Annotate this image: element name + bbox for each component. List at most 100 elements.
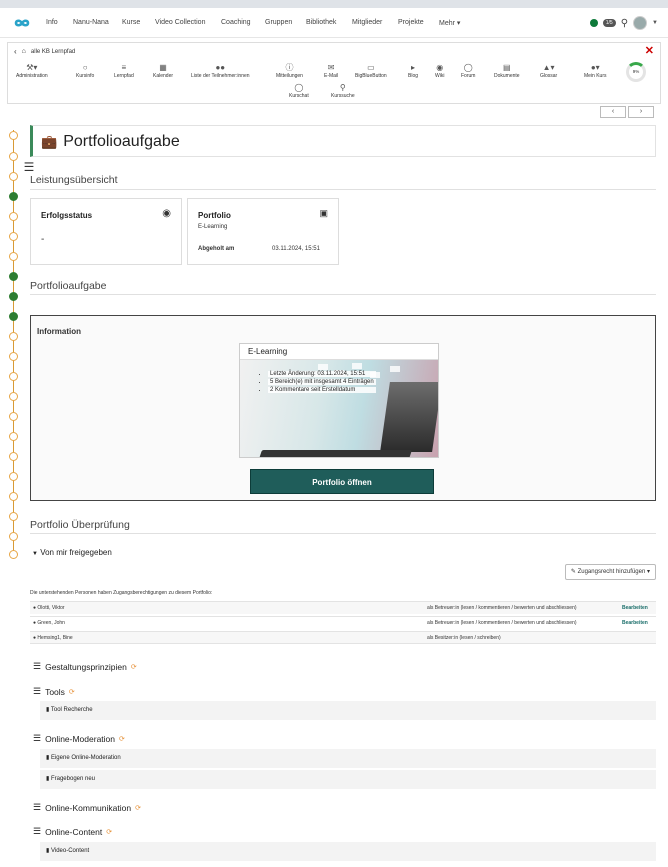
tool-blog[interactable]: ▸ Blog (408, 63, 418, 79)
path-node[interactable] (9, 392, 18, 401)
nav-nanu-nana[interactable]: Nanu-Nana (73, 19, 109, 26)
home-icon[interactable]: ⌂ (22, 48, 26, 55)
tool-forum[interactable]: ◯ Forum (461, 63, 475, 79)
tool-kursinfo[interactable]: ○ Kursinfo (76, 63, 94, 79)
path-node[interactable] (9, 512, 18, 521)
portfolio-preview[interactable]: E-Learning Letzte Änderung: 03.11.2024, … (239, 343, 439, 458)
list-item-label: Video-Content (50, 848, 90, 854)
tool-glossar[interactable]: ▲▾ Glossar (540, 63, 557, 79)
tool-kurschat[interactable]: ◯ Kurschat (289, 83, 309, 99)
topic-heading[interactable]: ☰ Online-Kommunikation ⟳ (33, 802, 141, 813)
tool-kalender[interactable]: ▦ Kalender (153, 63, 173, 79)
list-item[interactable]: ▮ Eigene Online-Moderation (40, 749, 656, 768)
path-node[interactable] (9, 352, 18, 361)
path-node[interactable] (9, 452, 18, 461)
tool-kurssuche[interactable]: ⚲ Kurssuche (331, 83, 355, 99)
open-portfolio-button[interactable]: Portfolio öffnen (250, 469, 434, 494)
status-card: Erfolgsstatus ◉ - (30, 198, 182, 265)
path-node[interactable] (9, 432, 18, 441)
edit-link[interactable]: Bearbeiten (622, 605, 648, 611)
nav-projekte[interactable]: Projekte (398, 19, 424, 26)
tool-lernpfad[interactable]: ≡ Lernpfad (114, 63, 134, 79)
path-node-done[interactable] (9, 272, 18, 281)
path-node[interactable] (9, 212, 18, 221)
path-node-done[interactable] (9, 292, 18, 301)
topic-heading[interactable]: ☰ Online-Moderation ⟳ (33, 733, 125, 744)
chevron-down-icon[interactable]: ▼ (652, 20, 658, 26)
person-name-text: Hemsing1, Bine (37, 635, 73, 641)
course-progress[interactable]: 9% (626, 62, 646, 82)
status-card-title: Erfolgsstatus (41, 211, 93, 220)
topic-heading[interactable]: ☰ Online-Content ⟳ (33, 826, 112, 837)
path-node[interactable] (9, 412, 18, 421)
user-icon: ●▾ (590, 63, 600, 72)
tool-label: Mitteilungen (276, 73, 303, 79)
path-node[interactable] (9, 472, 18, 481)
tool-administration[interactable]: ⚒▾ Administration (16, 63, 48, 79)
add-access-button[interactable]: ✎ Zugangsrecht hinzufügen ▾ (564, 564, 656, 580)
tool-wiki[interactable]: ◉ Wiki (435, 63, 444, 79)
openolat-logo[interactable] (10, 16, 34, 30)
list-icon: ☰ (33, 826, 42, 836)
topic-heading[interactable]: ☰ Gestaltungsprinzipien ⟳ (33, 661, 137, 672)
search-icon[interactable]: ⚲ (621, 18, 628, 29)
menu-toggle-icon[interactable]: ☰ (22, 160, 36, 174)
nav-info[interactable]: Info (46, 19, 58, 26)
nav-gruppen[interactable]: Gruppen (265, 19, 292, 26)
nav-mehr[interactable]: Mehr ▾ (439, 19, 460, 27)
close-icon[interactable]: ✕ (645, 44, 654, 57)
path-node[interactable] (9, 372, 18, 381)
avatar[interactable] (633, 16, 648, 30)
topic-title: Tools (45, 686, 65, 697)
path-node-done[interactable] (9, 312, 18, 321)
list-item[interactable]: ▮ Tool Recherche (40, 701, 656, 720)
path-node[interactable] (9, 172, 18, 181)
briefcase-icon: ▣ (319, 208, 328, 218)
list-item[interactable]: ▮ Video-Content (40, 842, 656, 861)
tool-email[interactable]: ✉ E-Mail (324, 63, 338, 79)
next-button[interactable]: › (628, 106, 654, 118)
chevron-down-icon: ▾ (646, 569, 650, 575)
preview-line: 5 Bereich(e) mit insgesamt 4 Einträgen (268, 379, 376, 385)
path-node[interactable] (9, 492, 18, 501)
online-status-icon[interactable] (589, 19, 598, 27)
collected-value: 03.11.2024, 15:51 (272, 246, 320, 252)
tool-mein-kurs[interactable]: ●▾ Mein Kurs (584, 63, 607, 79)
nav-mitglieder[interactable]: Mitglieder (352, 19, 382, 26)
tool-teilnehmer[interactable]: ●● Liste der Teilnehmer:innen (191, 63, 250, 79)
globe-icon: ◉ (436, 63, 444, 72)
info-icon: ⓘ (285, 63, 294, 72)
nav-bibliothek[interactable]: Bibliothek (306, 19, 336, 26)
list-item[interactable]: ▮ Fragebogen neu (40, 770, 656, 789)
path-node[interactable] (9, 152, 18, 161)
divider (30, 189, 656, 190)
path-node[interactable] (9, 532, 18, 541)
path-node[interactable] (9, 550, 18, 559)
breadcrumb: ‹ ⌂ alle KB Lernpfad (14, 47, 75, 56)
refresh-icon: ⟳ (106, 828, 113, 836)
shared-toggle[interactable]: ▼ Von mir freigegeben (32, 548, 112, 557)
path-node[interactable] (9, 131, 18, 140)
path-node[interactable] (9, 332, 18, 341)
edit-link[interactable]: Bearbeiten (622, 620, 648, 626)
path-node[interactable] (9, 252, 18, 261)
breadcrumb-course[interactable]: alle KB Lernpfad (31, 49, 75, 55)
preview-details: Letzte Änderung: 03.11.2024, 15:51 5 Ber… (260, 371, 376, 395)
tool-bigbluebutton[interactable]: ▭ BigBlueButton (355, 63, 387, 79)
table-row: ● Hemsing1, Bine als Besitzer:in (lesen … (30, 631, 656, 644)
topic-heading[interactable]: ☰ Tools ⟳ (33, 686, 75, 697)
medal-icon: ◉ (162, 208, 171, 219)
tool-dokumente[interactable]: ▤ Dokumente (494, 63, 520, 79)
previous-button[interactable]: ‹ (600, 106, 626, 118)
notification-badge[interactable]: 1/5 (602, 19, 616, 27)
path-node[interactable] (9, 232, 18, 241)
nav-coaching[interactable]: Coaching (221, 19, 251, 26)
nav-kurse[interactable]: Kurse (122, 19, 140, 26)
nav-video-collection[interactable]: Video Collection (155, 19, 205, 26)
person-name-text: Olotti, Viktor (37, 605, 65, 611)
list-icon: ☰ (33, 733, 42, 743)
back-arrow-icon[interactable]: ‹ (14, 47, 17, 56)
tool-mitteilungen[interactable]: ⓘ Mitteilungen (276, 63, 303, 79)
users-icon: ●● (215, 63, 226, 72)
path-node-done[interactable] (9, 192, 18, 201)
